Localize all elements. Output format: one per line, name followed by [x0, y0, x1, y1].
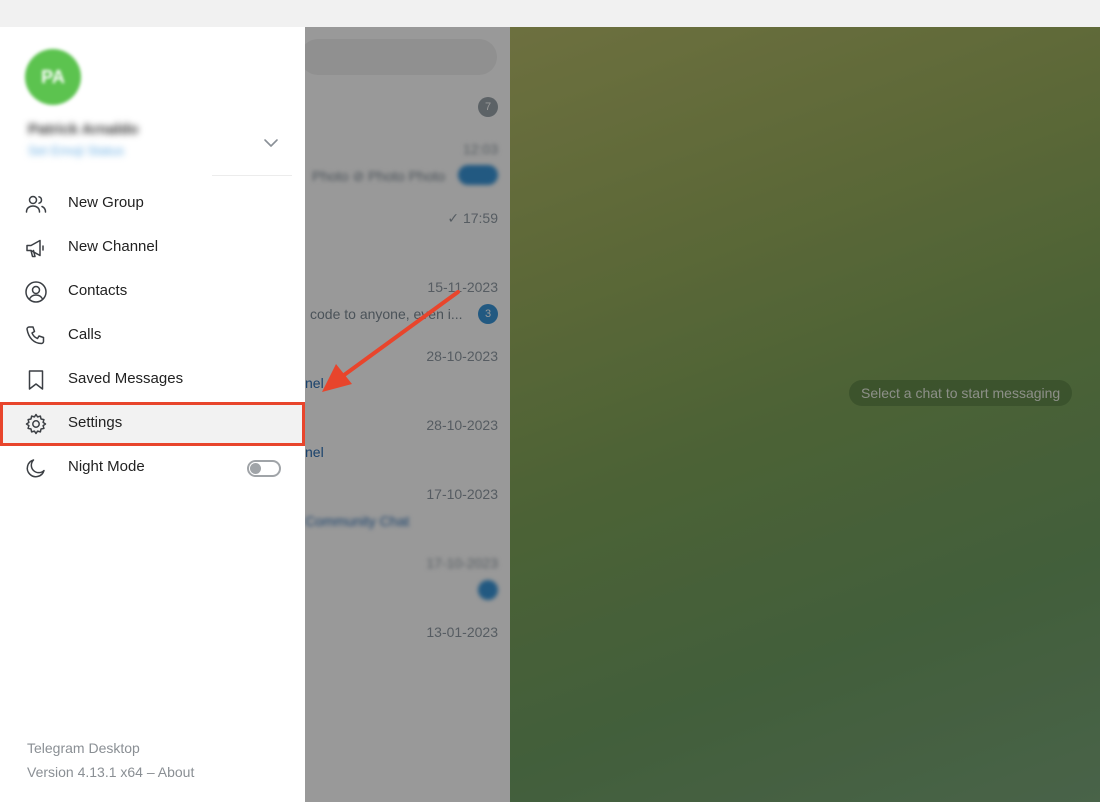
menu-item-label: New Group [68, 194, 144, 211]
divider [212, 175, 292, 176]
version-text: Version 4.13.1 x64 – [27, 764, 158, 780]
menu-item-settings[interactable]: Settings [0, 402, 305, 446]
about-link[interactable]: About [158, 764, 195, 780]
annotation-arrow-icon [322, 290, 460, 392]
bookmark-icon [24, 368, 48, 392]
group-icon [24, 192, 48, 216]
side-menu: PA Patrick Arnaldo Set Emoji Status New … [0, 27, 305, 802]
app-name: Telegram Desktop [27, 740, 140, 756]
menu-item-new-group[interactable]: New Group [0, 182, 305, 226]
app-version: Version 4.13.1 x64 – About [27, 764, 194, 780]
menu-item-label: Settings [68, 414, 123, 431]
chevron-down-icon[interactable] [261, 133, 281, 153]
toggle-knob [250, 463, 261, 474]
menu-item-label: Contacts [68, 282, 128, 299]
window-titlebar [0, 0, 1100, 27]
moon-icon [24, 456, 48, 480]
user-name: Patrick Arnaldo [28, 121, 139, 138]
night-mode-toggle[interactable] [247, 460, 281, 477]
menu-item-label: Saved Messages [68, 370, 184, 387]
menu-item-saved-messages[interactable]: Saved Messages [0, 358, 305, 402]
phone-icon [24, 324, 48, 348]
menu-item-label: Night Mode [68, 458, 145, 475]
gear-icon [24, 412, 48, 436]
menu-item-label: Calls [68, 326, 102, 343]
contact-icon [24, 280, 48, 304]
avatar[interactable]: PA [25, 49, 81, 105]
menu-item-calls[interactable]: Calls [0, 314, 305, 358]
menu-item-label: New Channel [68, 238, 159, 255]
megaphone-icon [24, 236, 48, 260]
menu-item-night-mode[interactable]: Night Mode [0, 446, 305, 490]
dim-overlay[interactable] [305, 27, 1100, 802]
user-status[interactable]: Set Emoji Status [28, 143, 124, 158]
menu-item-contacts[interactable]: Contacts [0, 270, 305, 314]
menu-item-new-channel[interactable]: New Channel [0, 226, 305, 270]
